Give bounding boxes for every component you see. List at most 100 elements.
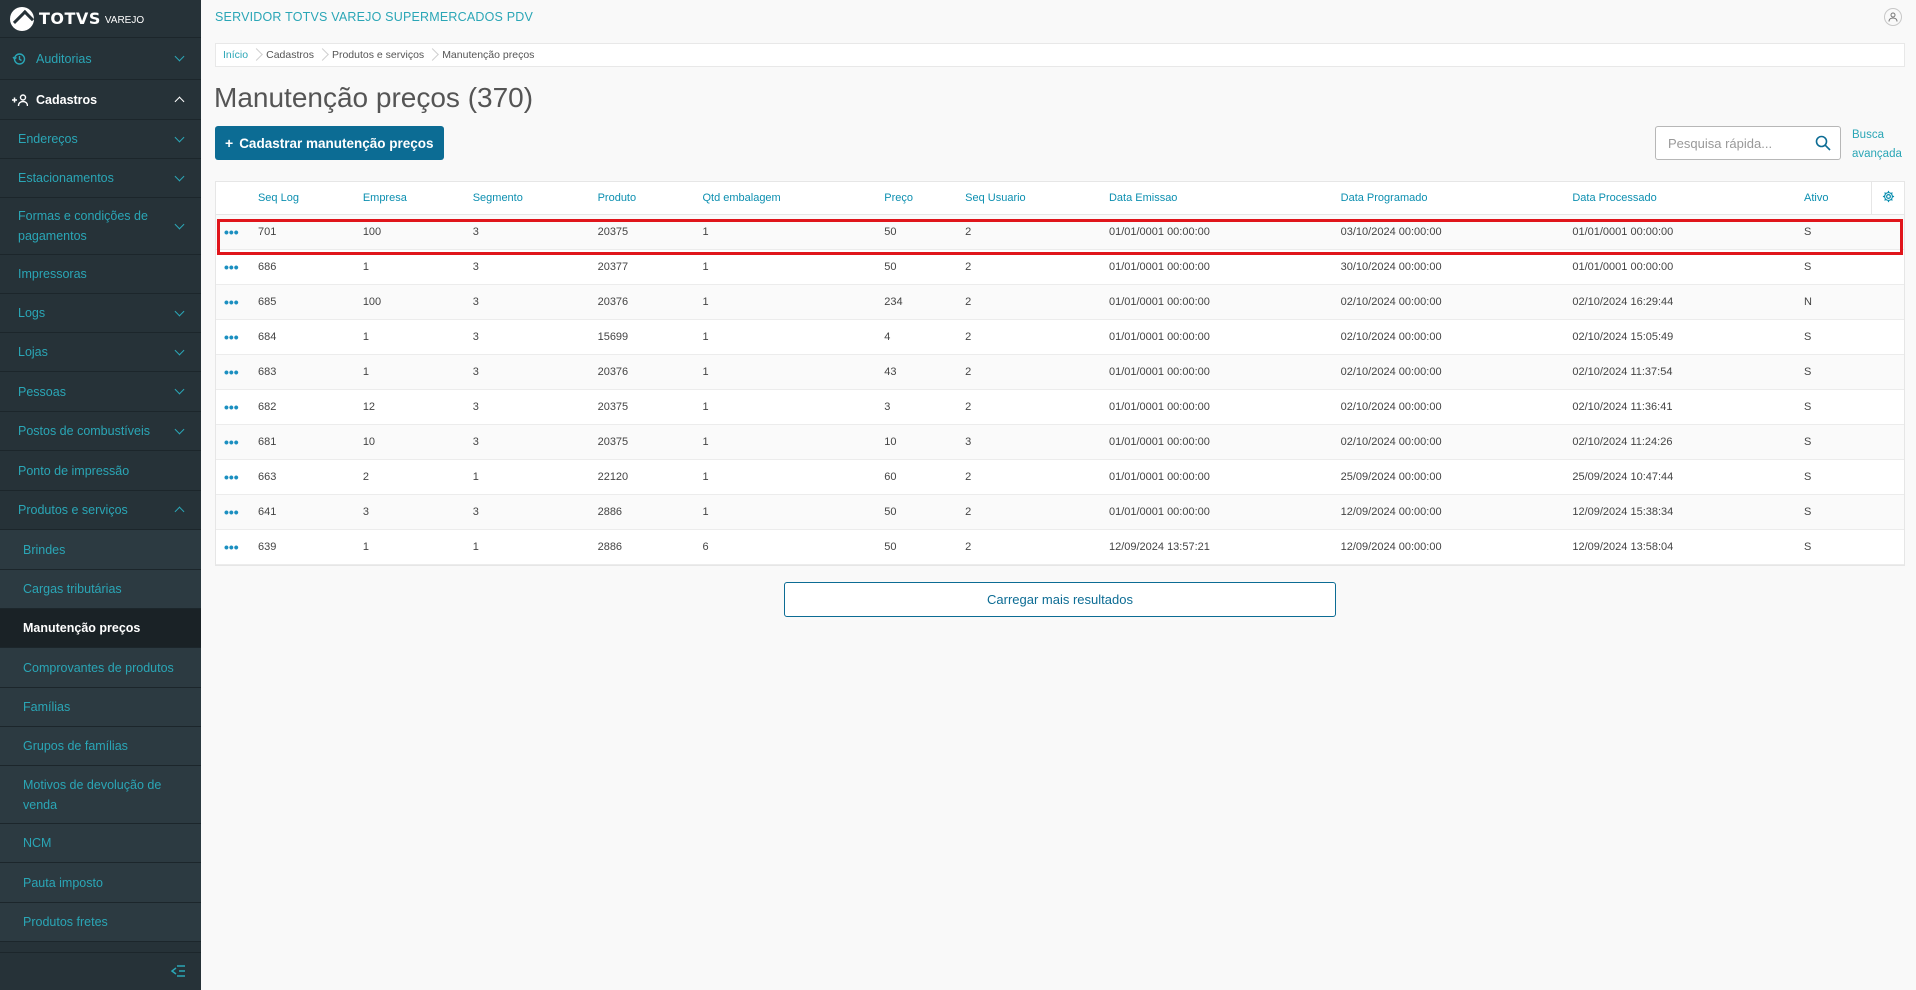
sidebar-item-cadastros[interactable]: Cadastros [0, 80, 201, 120]
table-row[interactable]: ••• 683 1 3 20376 1 43 2 01/01/0001 00:00:00 02/1… [216, 354, 1904, 390]
logo[interactable]: TOTVS VAREJO [0, 0, 201, 38]
cell-empresa: 100 [358, 214, 469, 250]
table-row[interactable]: ••• 663 2 1 22120 1 60 2 01/01/0001 00:00:00 25/0… [216, 459, 1904, 495]
table-row[interactable]: ••• 685 100 3 20376 1 234 2 01/01/0001 00:00:00 0… [216, 284, 1904, 320]
sidebar-item-ponto-impressao[interactable]: Ponto de impressão [0, 451, 201, 491]
row-actions-icon[interactable]: ••• [216, 389, 254, 425]
advanced-search-link[interactable]: Busca avançada [1852, 126, 1912, 164]
col-segmento[interactable]: Segmento [468, 182, 594, 215]
cell-processado: 01/01/0001 00:00:00 [1568, 214, 1801, 250]
table-row[interactable]: ••• 639 1 1 2886 6 50 2 12/09/2024 13:57:21 12/09… [216, 529, 1904, 565]
sidebar-item-logs[interactable]: Logs [0, 294, 201, 333]
cell-programado: 03/10/2024 00:00:00 [1336, 214, 1569, 250]
table-row[interactable]: ••• 682 12 3 20375 1 3 2 01/01/0001 00:00:00 02/1… [216, 389, 1904, 425]
cell-produto: 20376 [593, 284, 699, 320]
cell-produto: 20375 [593, 424, 699, 460]
cell-processado: 12/09/2024 15:38:34 [1568, 494, 1801, 530]
sidebar-item-familias[interactable]: Famílias [0, 688, 201, 727]
cell-produto: 22120 [593, 459, 699, 495]
sidebar-item-impressoras[interactable]: Impressoras [0, 255, 201, 294]
cell-seq: 641 [253, 494, 359, 530]
cell-segmento: 3 [468, 214, 594, 250]
row-actions-icon[interactable]: ••• [216, 249, 254, 285]
row-actions-icon[interactable]: ••• [216, 494, 254, 530]
table-row[interactable]: ••• 686 1 3 20377 1 50 2 01/01/0001 00:00:00 30/1… [216, 249, 1904, 285]
sidebar-item-manutencao-precos[interactable]: Manutenção preços [0, 609, 201, 648]
sidebar-item-pessoas[interactable]: Pessoas [0, 372, 201, 412]
col-data-emissao[interactable]: Data Emissao [1104, 182, 1337, 215]
cell-preco: 50 [880, 494, 962, 530]
sidebar-item-brindes[interactable]: Brindes [0, 530, 201, 570]
column-settings[interactable] [1871, 182, 1904, 215]
sidebar-item-label: Produtos e serviços [18, 503, 128, 517]
cell-emissao: 01/01/0001 00:00:00 [1104, 424, 1337, 460]
sidebar-item-auditorias[interactable]: Auditorias [0, 38, 201, 80]
row-actions-icon[interactable]: ••• [216, 354, 254, 390]
load-more-button[interactable]: Carregar mais resultados [784, 582, 1336, 617]
add-price-maintenance-button[interactable]: + Cadastrar manutenção preços [215, 126, 444, 160]
cell-emissao: 01/01/0001 00:00:00 [1104, 284, 1337, 320]
cell-usuario: 2 [961, 389, 1105, 425]
row-actions-icon[interactable]: ••• [216, 319, 254, 355]
table-row[interactable]: ••• 701 100 3 20375 1 50 2 01/01/0001 00:00:00 03… [216, 214, 1904, 250]
cell-empty [1871, 389, 1904, 425]
search-icon[interactable] [1815, 135, 1831, 151]
sidebar-item-motivos-devolucao[interactable]: Motivos de devolução de venda [0, 766, 201, 824]
col-qtd-embalagem[interactable]: Qtd embalagem [698, 182, 881, 215]
sidebar-footer [0, 952, 201, 990]
row-actions-icon[interactable]: ••• [216, 459, 254, 495]
sidebar-item-estacionamentos[interactable]: Estacionamentos [0, 159, 201, 198]
sidebar-item-pauta-imposto[interactable]: Pauta imposto [0, 863, 201, 903]
add-user-icon [12, 93, 29, 107]
sidebar-item-lojas[interactable]: Lojas [0, 333, 201, 372]
gear-icon[interactable] [1881, 190, 1895, 204]
table-row[interactable]: ••• 641 3 3 2886 1 50 2 01/01/0001 00:00:00 12/09… [216, 494, 1904, 530]
row-actions-icon[interactable]: ••• [216, 284, 254, 320]
sidebar-item-label: Comprovantes de produtos [23, 660, 174, 675]
sidebar-item-cargas-tributarias[interactable]: Cargas tributárias [0, 570, 201, 609]
sidebar-item-formas-pagamento[interactable]: Formas e condições de pagamentos [0, 198, 201, 255]
col-data-processado[interactable]: Data Processado [1568, 182, 1801, 215]
cell-processado: 02/10/2024 15:05:49 [1568, 319, 1801, 355]
sidebar-item-comprovantes[interactable]: Comprovantes de produtos [0, 648, 201, 688]
sidebar-item-grupos-familias[interactable]: Grupos de famílias [0, 727, 201, 766]
col-preco[interactable]: Preço [880, 182, 962, 215]
breadcrumb-cadastros[interactable]: Cadastros [266, 49, 324, 61]
row-actions-icon[interactable]: ••• [216, 529, 254, 565]
sidebar-item-label: Manutenção preços [23, 621, 141, 635]
user-icon[interactable] [1884, 8, 1902, 26]
chevron-down-icon [174, 171, 185, 181]
breadcrumb-inicio[interactable]: Início [223, 49, 258, 61]
add-button-label: Cadastrar manutenção preços [239, 135, 434, 151]
sidebar-item-produtos-fretes[interactable]: Produtos fretes [0, 903, 201, 942]
col-ativo[interactable]: Ativo [1800, 182, 1872, 215]
row-actions-icon[interactable]: ••• [216, 214, 254, 250]
table-row[interactable]: ••• 684 1 3 15699 1 4 2 01/01/0001 00:00:00 02/10… [216, 319, 1904, 355]
cell-qtd: 1 [698, 249, 881, 285]
cell-emissao: 01/01/0001 00:00:00 [1104, 214, 1337, 250]
table-body: ••• 701 100 3 20375 1 50 2 01/01/0001 00:00:00 03… [216, 214, 1904, 565]
cell-segmento: 1 [468, 529, 594, 565]
col-seq-log[interactable]: Seq Log [253, 182, 359, 215]
sidebar-item-label: Cargas tributárias [23, 582, 122, 596]
sidebar-item-postos[interactable]: Postos de combustíveis [0, 412, 201, 451]
sidebar-item-label: Auditorias [36, 51, 92, 66]
table-row[interactable]: ••• 681 10 3 20375 1 10 3 01/01/0001 00:00:00 02/… [216, 424, 1904, 460]
cell-emissao: 01/01/0001 00:00:00 [1104, 389, 1337, 425]
cell-ativo: S [1800, 354, 1872, 390]
sidebar-item-ncm[interactable]: NCM [0, 824, 201, 863]
row-actions-icon[interactable]: ••• [216, 424, 254, 460]
cell-produto: 20375 [593, 389, 699, 425]
collapse-menu-icon[interactable] [170, 965, 185, 981]
col-seq-usuario[interactable]: Seq Usuario [961, 182, 1105, 215]
col-produto[interactable]: Produto [593, 182, 699, 215]
sidebar-item-produtos-servicos[interactable]: Produtos e serviços [0, 491, 201, 530]
breadcrumb-produtos[interactable]: Produtos e serviços [332, 49, 434, 61]
quick-search-input[interactable] [1656, 127, 1806, 159]
col-empresa[interactable]: Empresa [358, 182, 469, 215]
chevron-down-icon [174, 51, 185, 62]
logo-text: TOTVS [39, 9, 101, 28]
sidebar-item-label: Estacionamentos [18, 171, 114, 185]
col-data-programado[interactable]: Data Programado [1336, 182, 1569, 215]
sidebar-item-enderecos[interactable]: Endereços [0, 120, 201, 159]
